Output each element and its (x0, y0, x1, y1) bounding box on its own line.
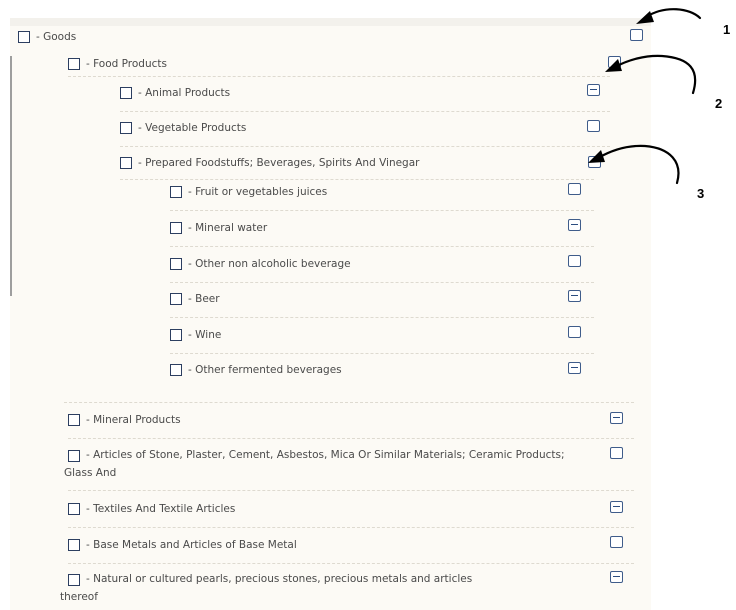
callout-label-1: 1 (723, 22, 731, 37)
arrow-1-curve (644, 8, 702, 20)
callout-label-3: 3 (697, 186, 705, 201)
callout-label-2: 2 (715, 96, 723, 111)
arrow-3-head (588, 150, 605, 163)
arrow-2-head (605, 59, 622, 72)
annotation-arrows (588, 8, 702, 185)
arrow-2-curve (613, 54, 697, 95)
arrow-3-curve (596, 144, 680, 185)
